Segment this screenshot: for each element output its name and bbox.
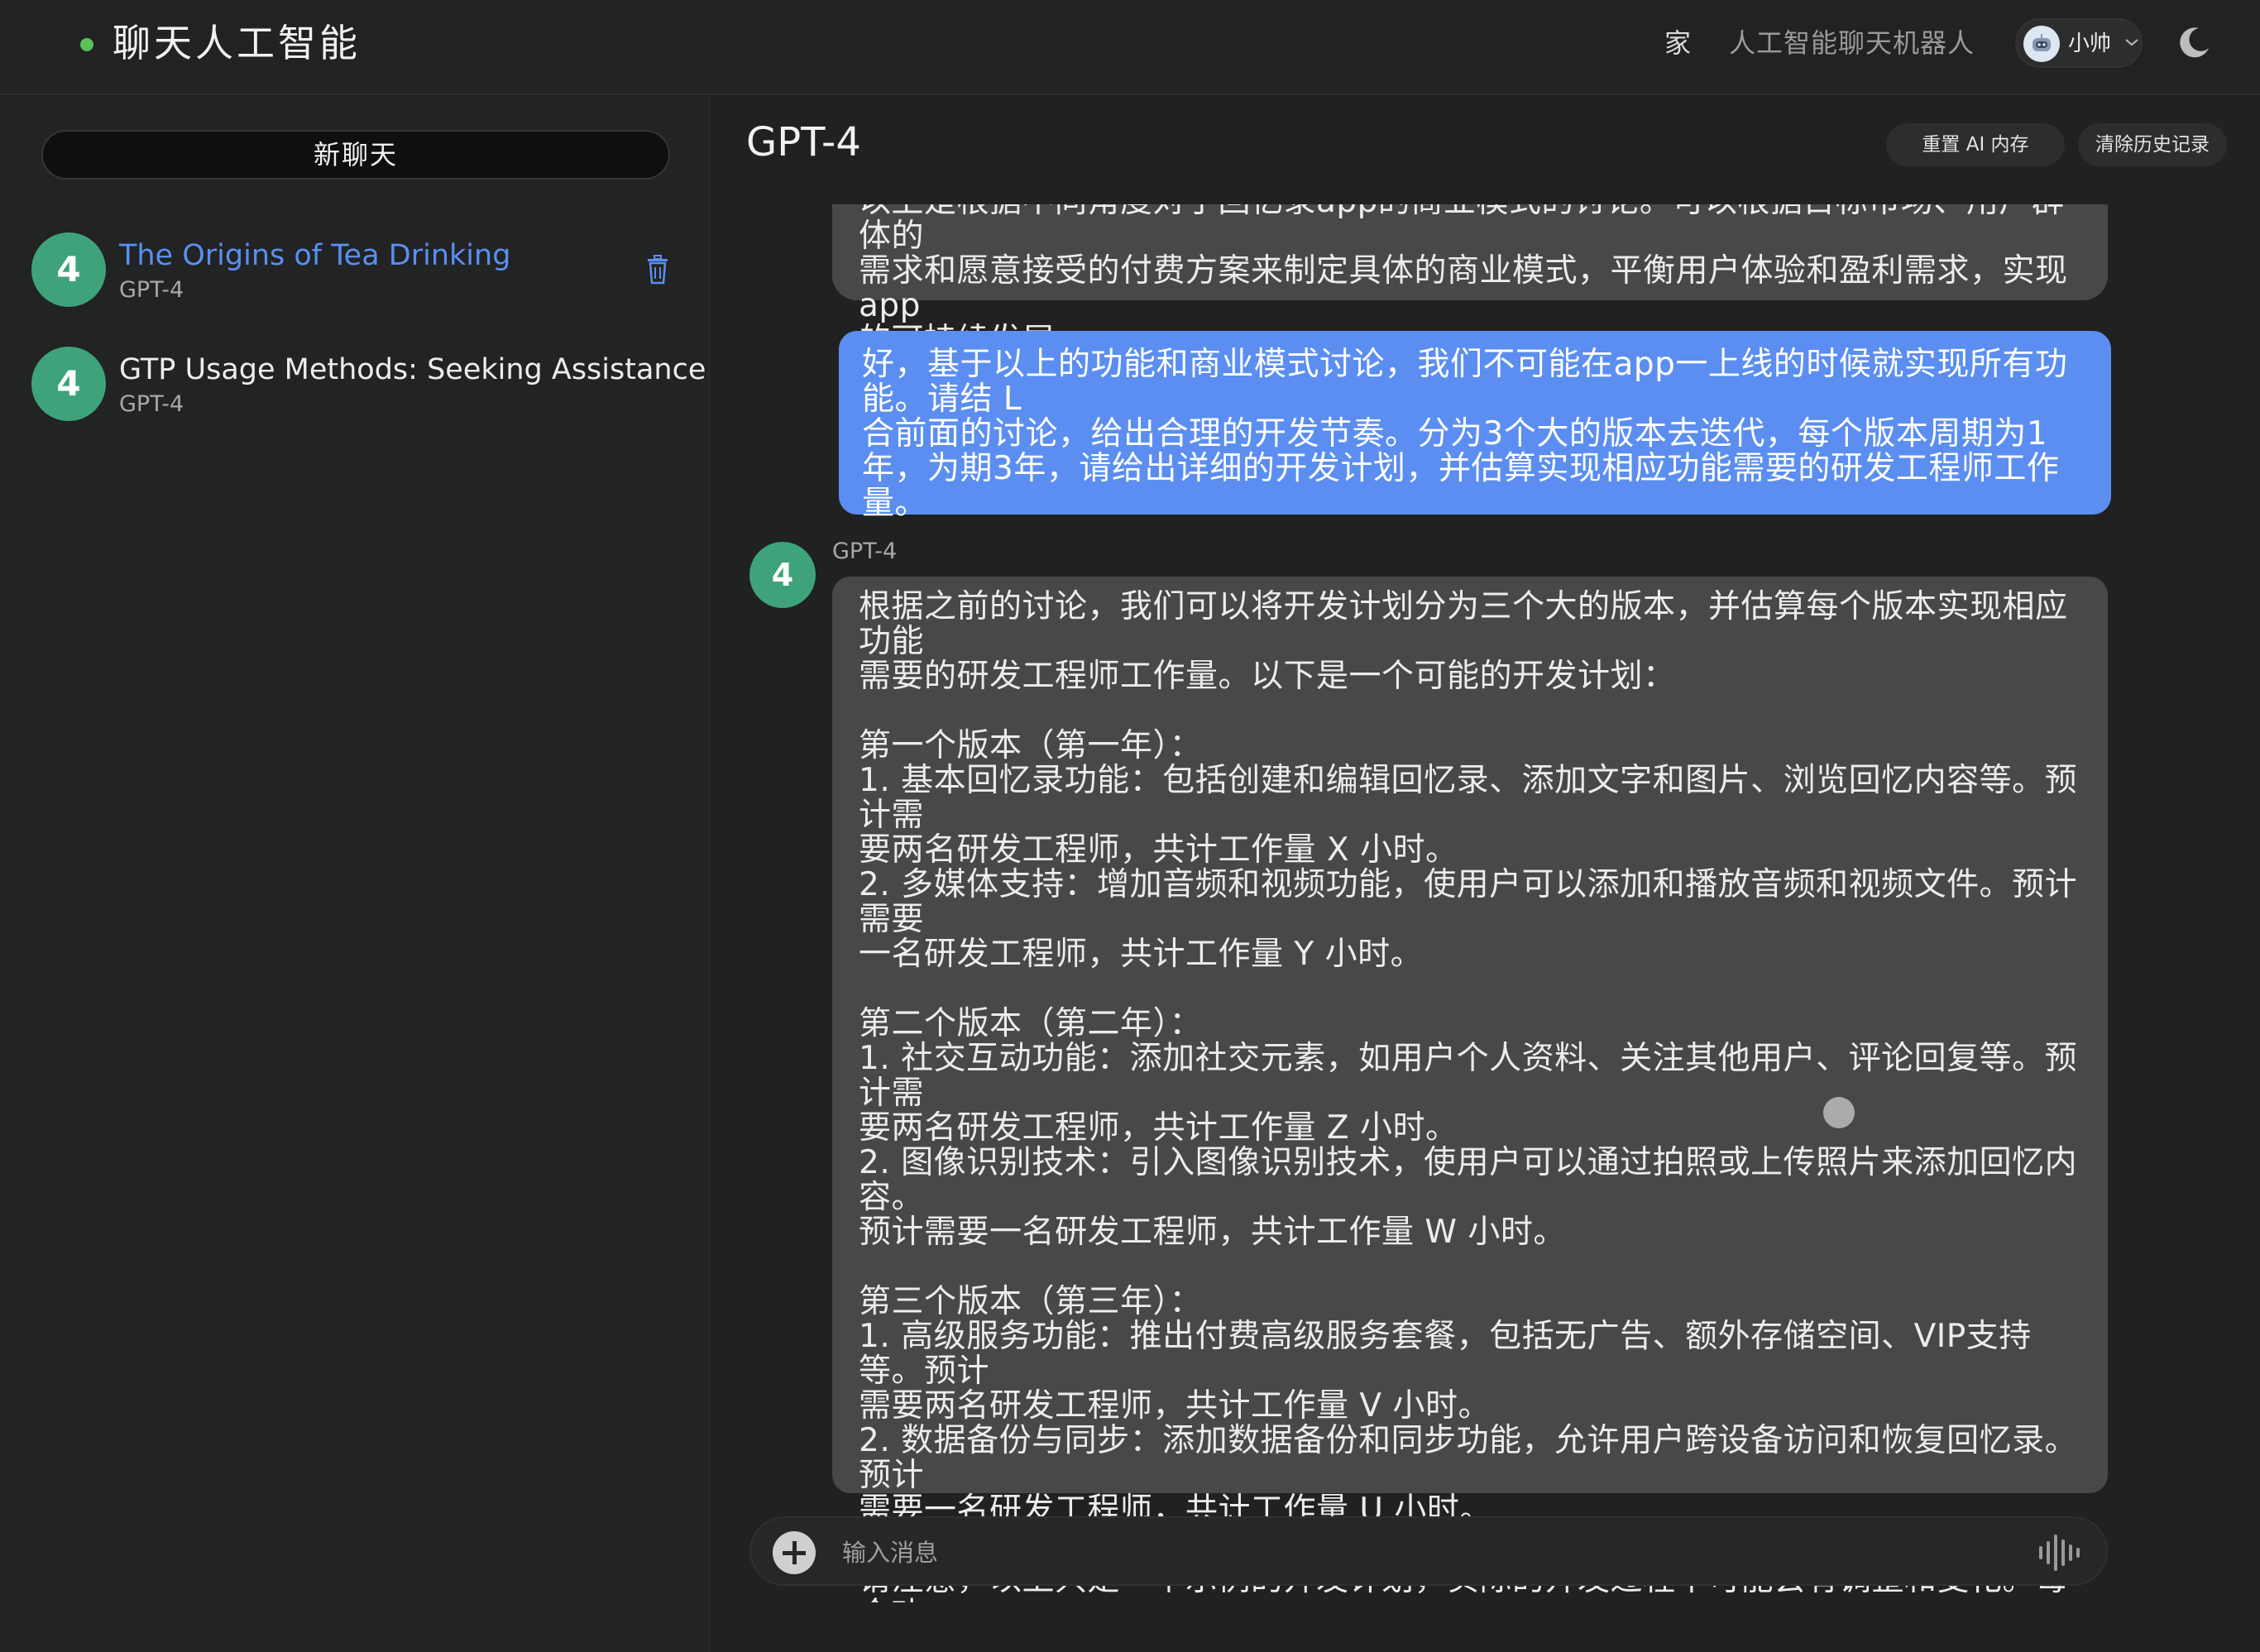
brand-title: 聊天人工智能 [113, 21, 361, 65]
top-bar: 聊天人工智能 家 人工智能聊天机器人 小帅 [0, 0, 2260, 95]
nav-home-link[interactable]: 家 [1664, 25, 1691, 61]
plus-icon[interactable] [773, 1531, 816, 1574]
user-name: 小帅 [2068, 31, 2112, 56]
voice-wave-icon[interactable] [2037, 1533, 2080, 1573]
assistant-avatar: 4 [749, 542, 816, 608]
message-composer [749, 1516, 2108, 1586]
user-message: 好，基于以上的功能和商业模式讨论，我们不可能在app一上线的时候就实现所有功能。… [839, 331, 2111, 521]
new-chat-button[interactable]: 新聊天 [41, 130, 670, 180]
clear-history-button[interactable]: 清除历史记录 [2078, 123, 2227, 166]
online-dot-icon [80, 38, 93, 51]
moon-icon[interactable] [2177, 25, 2212, 60]
sidebar-chat-item[interactable]: 4 The Origins of Tea Drinking GPT-4 [31, 232, 685, 312]
user-menu-button[interactable]: 小帅 [2015, 18, 2143, 68]
chat-model-label: GPT-4 [119, 277, 184, 303]
app-window: 聊天人工智能 家 人工智能聊天机器人 小帅 新聊天 4 The Origins … [0, 0, 2260, 1652]
chat-panel: GPT-4 重置 AI 内存 清除历史记录 以上是根据不同角度对于回忆录app的… [711, 97, 2260, 1652]
sidebar-chat-item[interactable]: 4 GTP Usage Methods: Seeking Assistance … [31, 347, 706, 426]
chat-title: GTP Usage Methods: Seeking Assistance [119, 353, 706, 386]
chat-title: The Origins of Tea Drinking [119, 239, 511, 272]
nav-chatbot-link[interactable]: 人工智能聊天机器人 [1729, 25, 1975, 61]
pointer-cursor [1823, 1097, 1855, 1128]
message-input[interactable] [842, 1530, 1984, 1576]
assistant-message: 根据之前的讨论，我们可以将开发计划分为三个大的版本，并估算每个版本实现相应功能 … [832, 577, 2108, 1602]
model-badge: 4 [31, 347, 106, 421]
model-badge: 4 [31, 232, 106, 307]
robot-avatar-icon [2023, 26, 2060, 62]
chevron-down-icon [2125, 39, 2138, 46]
assistant-message: 以上是根据不同角度对于回忆录app的商业模式的讨论。可以根据目标市场、用户群体的… [832, 204, 2108, 358]
chat-model-label: GPT-4 [119, 391, 184, 417]
trash-icon[interactable] [645, 255, 670, 285]
message-list[interactable]: 以上是根据不同角度对于回忆录app的商业模式的讨论。可以根据目标市场、用户群体的… [711, 204, 2260, 1602]
sidebar: 新聊天 4 The Origins of Tea Drinking GPT-4 … [0, 97, 710, 1652]
assistant-name: GPT-4 [832, 539, 898, 564]
page-title: GPT-4 [746, 119, 861, 165]
reset-memory-button[interactable]: 重置 AI 内存 [1886, 123, 2065, 166]
